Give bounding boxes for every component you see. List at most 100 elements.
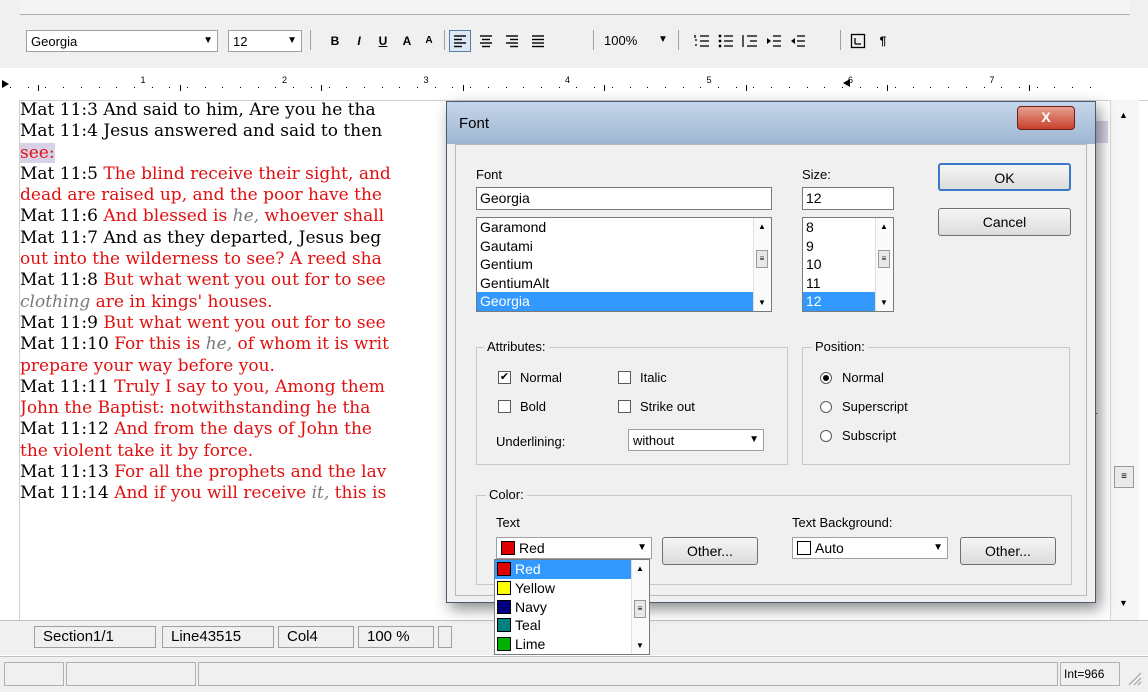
- shrink-font-button[interactable]: A: [420, 30, 438, 52]
- position-superscript-radio[interactable]: [820, 401, 832, 413]
- increase-indent-button[interactable]: [764, 31, 784, 51]
- scroll-up-icon[interactable]: ▲: [636, 564, 644, 573]
- decrease-indent-button[interactable]: [788, 31, 808, 51]
- font-list-thumb[interactable]: ≡: [756, 250, 768, 268]
- text-color-other-button[interactable]: Other...: [662, 537, 758, 565]
- align-center-button[interactable]: [476, 31, 496, 51]
- color-list-item[interactable]: Teal: [495, 616, 649, 635]
- size-list-thumb[interactable]: ≡: [878, 250, 890, 268]
- text-background-other-button[interactable]: Other...: [960, 537, 1056, 565]
- ruler-dot: [984, 87, 985, 88]
- scroll-up-icon[interactable]: ▲: [758, 222, 766, 231]
- ruler[interactable]: 1 2 3 4 5 6 7: [0, 68, 1148, 101]
- color-list-item[interactable]: Lime: [495, 635, 649, 654]
- align-right-button[interactable]: [502, 31, 522, 51]
- multilevel-list-button[interactable]: [740, 31, 760, 51]
- chevron-down-icon[interactable]: ▼: [749, 434, 759, 445]
- bullet-list-icon: [718, 34, 733, 48]
- color-list-item[interactable]: Navy: [495, 598, 649, 617]
- font-size-combo[interactable]: 12 ▼: [228, 30, 302, 52]
- font-list-item[interactable]: Gautami: [477, 237, 771, 256]
- separator: [310, 30, 311, 50]
- scroll-down-icon[interactable]: ▼: [636, 641, 644, 650]
- text-background-combo[interactable]: Auto ▼: [792, 537, 948, 559]
- font-name-field[interactable]: Georgia: [476, 187, 772, 210]
- left-indent-marker-icon[interactable]: [0, 78, 12, 90]
- bold-button[interactable]: B: [326, 30, 344, 52]
- font-list-item[interactable]: Gentium: [477, 255, 771, 274]
- scroll-up-icon[interactable]: ▲: [880, 222, 888, 231]
- status-pane-3: [198, 662, 1058, 686]
- align-left-button[interactable]: [449, 30, 471, 52]
- align-right-icon: [506, 35, 518, 48]
- font-list-item[interactable]: GentiumAlt: [477, 274, 771, 293]
- ok-button[interactable]: OK: [938, 163, 1071, 191]
- ruler-number: 7: [989, 75, 995, 85]
- color-list-thumb[interactable]: ≡: [634, 600, 646, 618]
- ruler-dot: [948, 87, 949, 88]
- zoom-combo[interactable]: 100% ▼: [600, 30, 670, 52]
- increase-indent-icon: [767, 35, 781, 47]
- show-paragraph-marks-button[interactable]: ¶: [874, 30, 892, 52]
- page-layout-button[interactable]: [848, 31, 868, 51]
- text-run: For all the prophets and the lav: [114, 462, 387, 483]
- strikeout-checkbox[interactable]: [618, 400, 631, 413]
- font-list-scrollbar[interactable]: ▲ ≡ ▼: [753, 218, 771, 311]
- document-scrollbar[interactable]: ▲ ≡ ▼: [1110, 100, 1139, 620]
- font-list-item[interactable]: Georgia: [477, 292, 771, 311]
- justify-button[interactable]: [528, 31, 548, 51]
- text-run: Mat 11:9: [20, 312, 104, 333]
- ruler-dot: [824, 87, 825, 88]
- color-list-scrollbar[interactable]: ▲ ≡ ▼: [631, 560, 649, 654]
- font-size-field[interactable]: 12: [802, 187, 894, 210]
- close-button[interactable]: X: [1017, 106, 1075, 130]
- ruler-dot: [842, 87, 843, 88]
- color-name: Teal: [515, 617, 541, 634]
- normal-checkbox[interactable]: ✔: [498, 371, 511, 384]
- italic-checkbox[interactable]: [618, 371, 631, 384]
- decrease-indent-icon: [791, 35, 805, 47]
- ruler-dot: [683, 87, 684, 88]
- dialog-titlebar[interactable]: Font X: [447, 102, 1095, 144]
- text-color-dropdown[interactable]: Red Yellow Navy Teal Lime ▲ ≡ ▼: [494, 559, 650, 655]
- resize-grip-icon[interactable]: [1126, 670, 1142, 686]
- chevron-down-icon[interactable]: ▼: [658, 34, 668, 45]
- chevron-down-icon[interactable]: ▼: [287, 35, 297, 46]
- bold-checkbox[interactable]: [498, 400, 511, 413]
- numbered-list-button[interactable]: [692, 31, 712, 51]
- cancel-button[interactable]: Cancel: [938, 208, 1071, 236]
- color-list-item[interactable]: Red: [495, 560, 649, 579]
- formatting-toolbar: Georgia ▼ 12 ▼ B I U A A 100% ▼ ¶: [0, 0, 1148, 69]
- underline-button[interactable]: U: [374, 30, 392, 52]
- font-name-combo[interactable]: Georgia ▼: [26, 30, 218, 52]
- color-list-item[interactable]: Yellow: [495, 579, 649, 598]
- chevron-down-icon[interactable]: ▼: [933, 542, 943, 553]
- font-size-list[interactable]: 8 9 10 11 12 ▲ ≡ ▼: [802, 217, 894, 312]
- text-run: Mat 11:11: [20, 376, 115, 397]
- scroll-down-icon[interactable]: ▼: [758, 298, 766, 307]
- color-swatch: [497, 562, 511, 576]
- scrollbar-thumb[interactable]: ≡: [1114, 466, 1134, 488]
- position-label: Position:: [812, 339, 868, 354]
- ruler-dot: [1090, 87, 1091, 88]
- text-run: dead are raised up, and the poor have th…: [20, 185, 382, 206]
- chevron-down-icon[interactable]: ▼: [203, 35, 213, 46]
- bullet-list-button[interactable]: [716, 31, 736, 51]
- ruler-dot: [45, 87, 46, 88]
- text-run: clothing: [20, 291, 91, 312]
- text-color-combo[interactable]: Red ▼: [496, 537, 652, 559]
- grow-font-button[interactable]: A: [398, 30, 416, 52]
- position-subscript-radio[interactable]: [820, 430, 832, 442]
- position-normal-radio[interactable]: [820, 372, 832, 384]
- italic-button[interactable]: I: [350, 30, 368, 52]
- font-name-list[interactable]: Garamond Gautami Gentium GentiumAlt Georgia …: [476, 217, 772, 312]
- text-run: Mat 11:5: [20, 163, 104, 184]
- font-list-item[interactable]: Garamond: [477, 218, 771, 237]
- scroll-down-icon[interactable]: ▼: [1119, 598, 1128, 608]
- font-size-value: 12: [233, 34, 248, 49]
- scroll-up-icon[interactable]: ▲: [1119, 110, 1128, 120]
- chevron-down-icon[interactable]: ▼: [637, 542, 647, 553]
- underlining-combo[interactable]: without ▼: [628, 429, 764, 451]
- scroll-down-icon[interactable]: ▼: [880, 298, 888, 307]
- size-list-scrollbar[interactable]: ▲ ≡ ▼: [875, 218, 893, 311]
